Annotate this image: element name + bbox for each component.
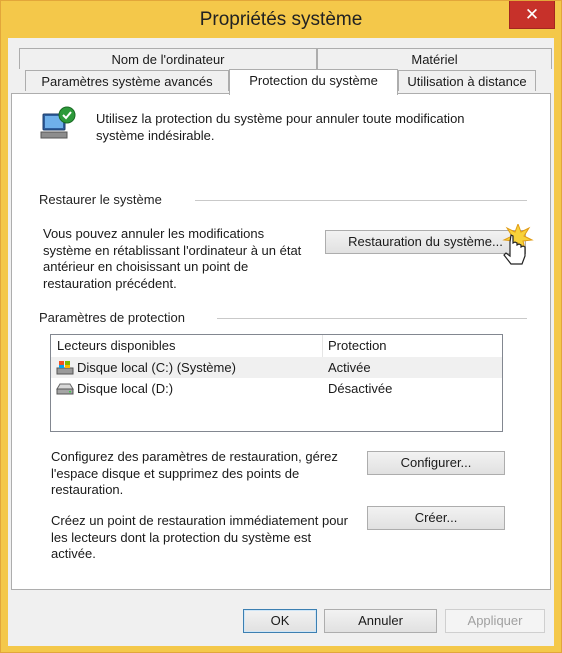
apply-button[interactable]: Appliquer	[445, 609, 545, 633]
tab-computer-name[interactable]: Nom de l'ordinateur	[19, 48, 317, 69]
system-protection-icon	[39, 106, 79, 142]
group-divider	[195, 200, 527, 201]
create-line: activée.	[51, 546, 96, 561]
list-header: Lecteurs disponibles Protection	[51, 335, 502, 358]
tab-hardware[interactable]: Matériel	[317, 48, 552, 69]
intro-line: Utilisez la protection du système pour a…	[96, 111, 465, 126]
drives-list[interactable]: Lecteurs disponibles Protection Disque l…	[50, 334, 503, 432]
dialog-client: Nom de l'ordinateur Matériel Paramètres …	[8, 38, 554, 646]
drive-icon	[56, 382, 74, 395]
column-divider[interactable]	[322, 335, 323, 357]
window-title: Propriétés système	[199, 9, 363, 30]
dialog-window: Propriétés système ✕ Nom de l'ordinateur…	[0, 0, 562, 653]
drive-status: Activée	[328, 360, 371, 375]
column-header-protection[interactable]: Protection	[328, 338, 387, 353]
tab-label: Nom de l'ordinateur	[111, 52, 225, 67]
drive-row[interactable]: Disque local (D:) Désactivée	[51, 378, 502, 399]
create-line: les lecteurs dont la protection du systè…	[51, 529, 312, 545]
configure-line: restauration.	[51, 482, 124, 497]
tab-label: Matériel	[411, 52, 458, 67]
button-label: Créer...	[414, 510, 458, 525]
system-restore-button[interactable]: Restauration du système...	[325, 230, 526, 254]
tab-panel: Utilisez la protection du système pour a…	[11, 93, 551, 590]
restore-line: restauration précédent.	[43, 275, 177, 291]
tab-remote[interactable]: Utilisation à distance	[398, 70, 536, 91]
group-divider	[217, 318, 527, 319]
tab-label: Protection du système	[249, 73, 378, 88]
button-label: Appliquer	[467, 613, 523, 628]
create-line: Créez un point de restauration immédiate…	[51, 513, 348, 528]
drive-status: Désactivée	[328, 381, 393, 396]
drive-name: Disque local (D:)	[77, 381, 174, 396]
restore-line: système en rétablissant l'ordinateur à u…	[43, 242, 302, 258]
button-label: Annuler	[358, 613, 403, 628]
restore-line: antérieur en choisissant un point de	[43, 259, 249, 274]
create-button[interactable]: Créer...	[367, 506, 505, 530]
button-bar: OK Annuler Appliquer	[8, 596, 554, 646]
pointer-cursor-icon	[498, 222, 538, 270]
cancel-button[interactable]: Annuler	[324, 609, 437, 633]
ok-button[interactable]: OK	[243, 609, 317, 633]
close-icon: ✕	[524, 5, 540, 24]
tab-label: Utilisation à distance	[407, 74, 527, 89]
tab-label: Paramètres système avancés	[41, 74, 213, 89]
configure-line: l'espace disque et supprimez des points …	[51, 465, 300, 481]
restore-line: Vous pouvez annuler les modifications	[43, 226, 265, 241]
intro-line: système indésirable.	[96, 127, 215, 143]
drive-name: Disque local (C:) (Système)	[77, 360, 236, 375]
restore-description: Vous pouvez annuler les modifications sy…	[43, 226, 301, 292]
tab-advanced-settings[interactable]: Paramètres système avancés	[25, 70, 229, 91]
configure-button[interactable]: Configurer...	[367, 451, 505, 475]
drive-row[interactable]: Disque local (C:) (Système) Activée	[51, 357, 502, 378]
system-drive-icon	[56, 360, 74, 375]
close-button[interactable]: ✕	[509, 1, 555, 29]
intro-text: Utilisez la protection du système pour a…	[96, 111, 465, 144]
title-bar[interactable]: Propriétés système ✕	[1, 1, 561, 37]
tab-system-protection[interactable]: Protection du système	[229, 69, 398, 95]
create-text: Créez un point de restauration immédiate…	[51, 513, 348, 563]
protection-group-label: Paramètres de protection	[39, 310, 193, 325]
configure-line: Configurez des paramètres de restauratio…	[51, 449, 338, 464]
column-header-drives[interactable]: Lecteurs disponibles	[57, 338, 176, 353]
button-label: Configurer...	[400, 455, 472, 470]
restore-group-label: Restaurer le système	[39, 192, 170, 207]
button-label: OK	[270, 613, 290, 628]
button-label: Restauration du système...	[348, 234, 503, 249]
configure-text: Configurez des paramètres de restauratio…	[51, 449, 338, 499]
